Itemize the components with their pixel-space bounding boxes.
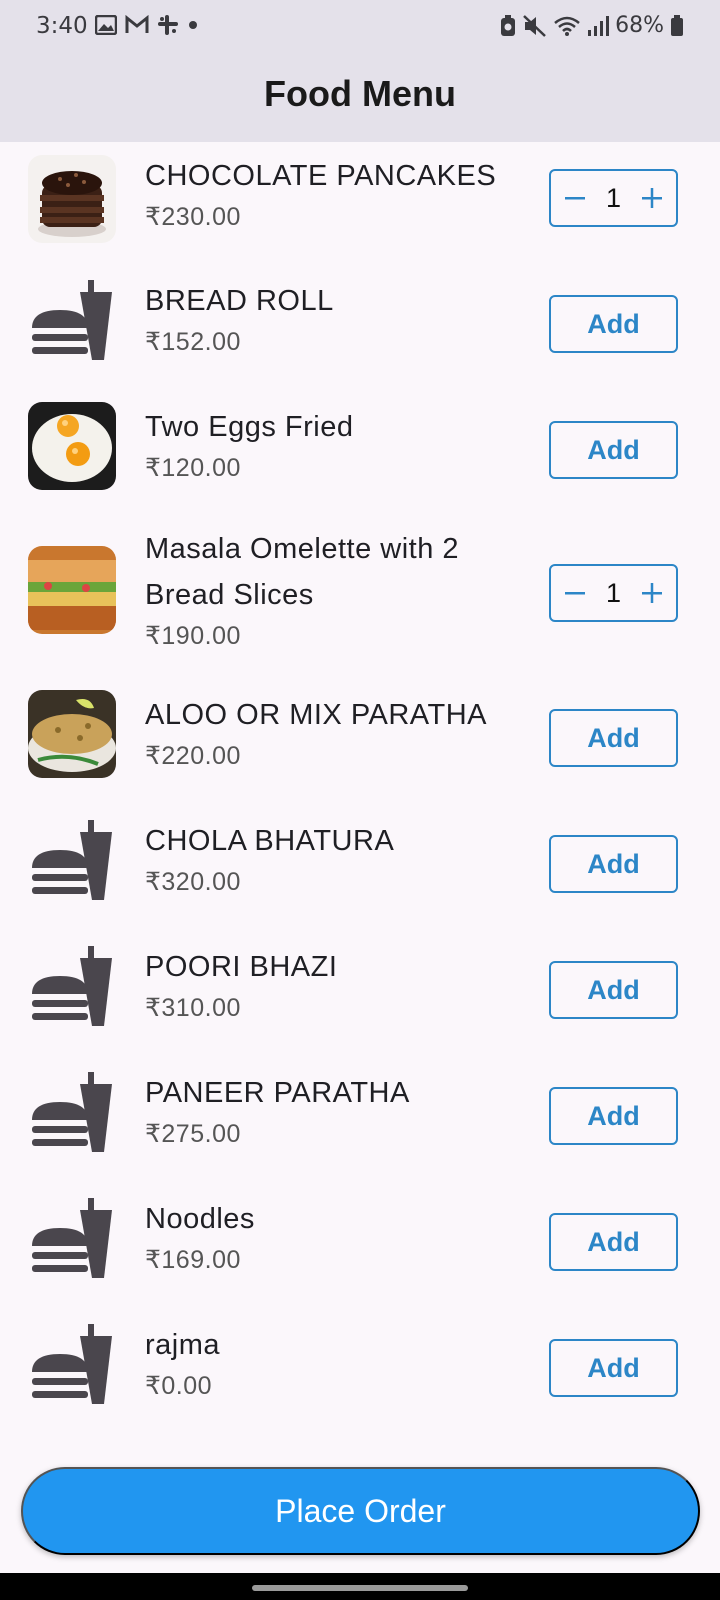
add-button[interactable]: Add — [549, 1339, 678, 1397]
item-price: ₹190.00 — [145, 622, 241, 650]
add-button[interactable]: Add — [549, 1087, 678, 1145]
battery-saver-icon — [501, 14, 516, 36]
increment-button[interactable] — [638, 579, 666, 607]
home-gesture-handle[interactable] — [252, 1585, 468, 1591]
gallery-icon — [95, 15, 117, 35]
fastfood-icon — [28, 276, 116, 364]
item-name: BREAD ROLL — [145, 285, 334, 317]
chocolate-pancakes-photo — [28, 155, 116, 243]
item-name: rajma — [145, 1329, 221, 1361]
increment-button[interactable] — [638, 184, 666, 212]
minus-icon — [565, 197, 585, 200]
wifi-icon — [554, 16, 580, 36]
quantity-stepper: 1 — [549, 169, 678, 227]
gmail-icon — [125, 15, 149, 33]
item-price: ₹120.00 — [145, 454, 241, 482]
navigation-bar — [0, 1573, 720, 1600]
battery-percentage: 68% — [615, 13, 664, 38]
plus-icon — [642, 583, 662, 603]
status-time: 3:40 — [36, 13, 88, 39]
decrement-button[interactable] — [561, 184, 589, 212]
place-order-button[interactable]: Place Order — [21, 1467, 700, 1555]
fastfood-icon — [28, 942, 116, 1030]
page-title: Food Menu — [264, 73, 456, 114]
omelette-sandwich-photo — [28, 546, 116, 634]
item-price: ₹152.00 — [145, 328, 241, 356]
fastfood-icon — [28, 1068, 116, 1156]
fastfood-icon — [28, 1194, 116, 1282]
item-price: ₹275.00 — [145, 1120, 241, 1148]
app-bar: Food Menu — [0, 52, 720, 142]
notification-icons — [95, 14, 199, 36]
add-button[interactable]: Add — [549, 961, 678, 1019]
status-right: 68% — [499, 13, 684, 38]
plus-icon — [642, 188, 662, 208]
paratha-photo — [28, 690, 116, 778]
add-button[interactable]: Add — [549, 295, 678, 353]
dot-icon — [189, 21, 197, 29]
quantity-stepper: 1 — [549, 564, 678, 622]
item-price: ₹320.00 — [145, 868, 241, 896]
battery-icon — [671, 14, 683, 36]
add-button[interactable]: Add — [549, 835, 678, 893]
decrement-button[interactable] — [561, 579, 589, 607]
item-name: Noodles — [145, 1203, 255, 1235]
item-name: CHOCOLATE PANCAKES — [145, 160, 497, 192]
quantity-value: 1 — [605, 577, 622, 608]
quantity-value: 1 — [605, 182, 622, 213]
item-name: Masala Omelette with 2 Bread Slices — [145, 533, 460, 611]
fried-eggs-photo — [28, 402, 116, 490]
fastfood-icon — [28, 1320, 116, 1408]
item-name: CHOLA BHATURA — [145, 825, 395, 857]
mute-icon — [523, 14, 546, 37]
slack-icon — [158, 15, 178, 35]
signal-icon — [588, 15, 610, 36]
item-name: POORI BHAZI — [145, 951, 338, 983]
item-name: ALOO OR MIX PARATHA — [145, 699, 487, 731]
item-name: Two Eggs Fried — [145, 411, 354, 443]
item-name: PANEER PARATHA — [145, 1077, 410, 1109]
screen: 3:40 68% Food Menu CHOCOLATE PANCAKES ₹2… — [0, 0, 720, 1600]
add-button[interactable]: Add — [549, 421, 678, 479]
item-price: ₹169.00 — [145, 1246, 241, 1274]
item-price: ₹220.00 — [145, 742, 241, 770]
minus-icon — [565, 592, 585, 595]
item-price: ₹230.00 — [145, 203, 241, 231]
item-price: ₹310.00 — [145, 994, 241, 1022]
add-button[interactable]: Add — [549, 709, 678, 767]
fastfood-icon — [28, 816, 116, 904]
add-button[interactable]: Add — [549, 1213, 678, 1271]
item-price: ₹0.00 — [145, 1372, 213, 1400]
status-bar: 3:40 68% — [0, 0, 720, 52]
